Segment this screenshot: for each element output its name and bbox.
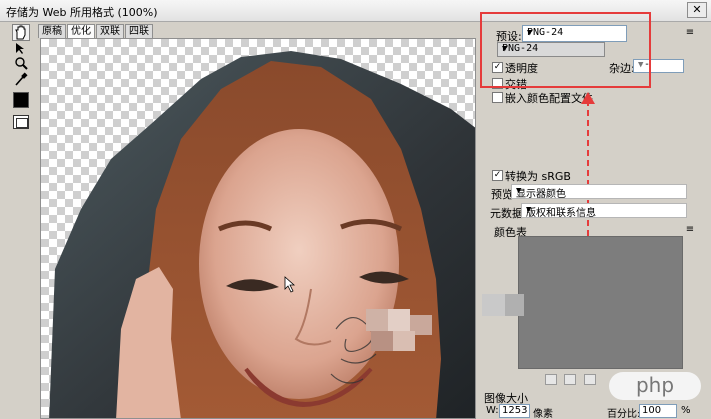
color-table-menu-icon[interactable]: ≡	[684, 224, 696, 236]
percent-input[interactable]: 100	[639, 404, 677, 418]
eyedropper-color-swatch[interactable]	[13, 92, 29, 108]
metadata-dropdown[interactable]: 版权和联系信息 ▼	[521, 203, 687, 219]
convert-srgb-checkbox[interactable]: ✓	[492, 170, 503, 181]
width-label: W:	[486, 405, 499, 416]
check-icon: ✓	[493, 170, 502, 180]
cutout-portrait-image	[49, 51, 475, 418]
hand-icon[interactable]	[12, 24, 30, 41]
pixels-unit-label: 像素	[533, 409, 553, 419]
eyedropper-icon[interactable]	[12, 72, 30, 89]
image-preview-canvas[interactable]	[40, 38, 476, 419]
close-icon: ✕	[692, 3, 702, 16]
php-watermark-logo: php	[609, 372, 701, 400]
window-title: 存储为 Web 所用格式 (100%)	[6, 6, 158, 19]
chevron-down-icon: ▼	[526, 205, 532, 215]
zoom-icon[interactable]	[12, 56, 30, 73]
preview-area: 原稿 优化 双联 四联	[38, 24, 478, 419]
lock-color-icon[interactable]	[584, 374, 596, 385]
toolbox	[8, 24, 32, 419]
tab-original[interactable]: 原稿	[38, 24, 66, 38]
preview-dropdown[interactable]: 显示器颜色 ▼	[511, 184, 687, 200]
width-input[interactable]: 1253	[499, 404, 530, 418]
color-table[interactable]	[518, 236, 683, 369]
convert-srgb-label: 转换为 sRGB	[505, 170, 571, 183]
percent-label: 百分比:	[607, 409, 641, 419]
tab-4-up[interactable]: 四联	[125, 24, 153, 38]
mosaic-block	[505, 294, 524, 316]
settings-menu-icon[interactable]: ≡	[684, 27, 696, 39]
preview-tabs: 原稿 优化 双联 四联	[38, 24, 154, 38]
map-transparent-icon[interactable]	[545, 374, 557, 385]
web-shift-icon[interactable]	[564, 374, 576, 385]
close-button[interactable]: ✕	[687, 2, 707, 18]
tab-2-up[interactable]: 双联	[96, 24, 124, 38]
embed-profile-checkbox[interactable]	[492, 92, 503, 103]
chevron-down-icon: ▼	[516, 186, 522, 196]
toggle-slices-visibility-icon[interactable]	[13, 115, 29, 129]
percent-unit-label: %	[681, 405, 691, 416]
tab-optimized[interactable]: 优化	[67, 24, 95, 38]
annotation-highlight-box	[480, 12, 651, 88]
